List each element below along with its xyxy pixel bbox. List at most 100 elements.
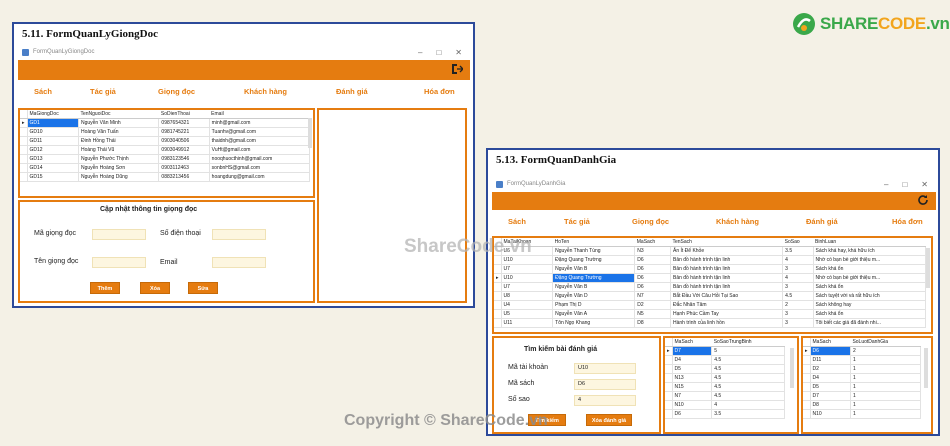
- row-header[interactable]: [665, 382, 673, 392]
- input-so-sao[interactable]: 4: [574, 395, 636, 406]
- input-ma-tai-khoan[interactable]: U10: [574, 363, 636, 374]
- col-masach-avg[interactable]: MaSach: [672, 338, 712, 347]
- table-cell[interactable]: Bắt Đầu Với Câu Hỏi Tại Sao: [670, 291, 784, 301]
- table-cell[interactable]: N10: [672, 400, 713, 410]
- row-header[interactable]: [803, 400, 811, 410]
- row-header[interactable]: ▸: [665, 346, 673, 356]
- table-cell[interactable]: Tuanhv@gmail.com: [209, 127, 311, 137]
- review-count-grid[interactable]: MaSach SoLuotDanhGia ▸ D6 2 D11 1 D2 1 D4 1 D5 1 D7…: [803, 338, 922, 419]
- row-header[interactable]: [803, 364, 811, 374]
- table-cell[interactable]: 4.5: [711, 355, 785, 365]
- col-tennguoidoc[interactable]: TenNguoiDoc: [78, 110, 159, 119]
- table-cell[interactable]: nooqhuocthinh@gmail.com: [209, 154, 311, 164]
- close-icon[interactable]: ✕: [455, 48, 462, 57]
- table-cell[interactable]: Sách khá ổn: [813, 264, 927, 274]
- row-header[interactable]: [803, 382, 811, 392]
- row-header[interactable]: ▸: [803, 346, 811, 356]
- table-cell[interactable]: Hoàng Văn Tuấn: [78, 127, 160, 137]
- danhgia-scrollbar[interactable]: [926, 248, 930, 288]
- table-cell[interactable]: U7: [501, 264, 554, 274]
- table-cell[interactable]: Đặng Quang Trường: [552, 273, 636, 283]
- table-cell[interactable]: 2: [850, 346, 922, 356]
- table-cell[interactable]: GD14: [27, 163, 79, 173]
- maximize-icon-right[interactable]: □: [902, 180, 907, 189]
- table-cell[interactable]: 1: [850, 355, 922, 365]
- row-header[interactable]: [20, 172, 28, 182]
- col-sodienthoai[interactable]: SoDienThoai: [158, 110, 210, 119]
- table-row[interactable]: GD13 Nguyễn Phước Thịnh 0983123546 nooqhuoc…: [20, 154, 311, 164]
- menu-tac-gia-r[interactable]: Tác giả: [564, 217, 590, 226]
- table-cell[interactable]: 4.5: [711, 382, 785, 392]
- table-cell[interactable]: 4.5: [711, 373, 785, 383]
- table-row[interactable]: D11 1: [803, 355, 922, 365]
- table-cell[interactable]: N7: [672, 391, 713, 401]
- table-cell[interactable]: Nhờ có bạn bè giới thiệu m...: [813, 273, 927, 283]
- table-row[interactable]: ▸ D6 2: [803, 346, 922, 356]
- row-header[interactable]: [803, 409, 811, 419]
- edit-button[interactable]: Sửa: [188, 282, 218, 294]
- close-icon-right[interactable]: ✕: [921, 180, 928, 189]
- table-cell[interactable]: Bản đồ hành trình tận linh: [670, 282, 784, 292]
- table-row[interactable]: U7 Nguyễn Văn B D6 Bản đồ hành trình tận li…: [494, 264, 927, 274]
- table-cell[interactable]: Nguyễn Văn D: [552, 291, 636, 301]
- table-cell[interactable]: Nguyễn Văn B: [552, 282, 636, 292]
- row-header[interactable]: [494, 300, 502, 310]
- table-cell[interactable]: 1: [850, 373, 922, 383]
- row-header[interactable]: [494, 318, 502, 328]
- table-row[interactable]: GD12 Hoàng Thái Vũ 0903049912 VuHt@gmail.co…: [20, 145, 311, 155]
- table-cell[interactable]: Hạnh Phúc Cầm Tay: [670, 309, 784, 319]
- row-header[interactable]: [665, 364, 673, 374]
- table-cell[interactable]: D2: [634, 300, 671, 310]
- table-cell[interactable]: D11: [810, 355, 851, 365]
- menu-sach[interactable]: Sách: [34, 87, 52, 96]
- table-cell[interactable]: 5: [711, 346, 785, 356]
- table-row[interactable]: D5 4.5: [665, 364, 785, 374]
- table-cell[interactable]: 4.5: [711, 391, 785, 401]
- table-cell[interactable]: Đặng Quang Trường: [552, 255, 636, 265]
- table-row[interactable]: GD10 Hoàng Văn Tuấn 0981745221 Tuanhv@gmail…: [20, 127, 311, 137]
- menu-khach-hang-r[interactable]: Khách hàng: [716, 217, 759, 226]
- table-row[interactable]: U5 Nguyễn Văn A N5 Hạnh Phúc Cầm Tay 3 Sách k…: [494, 309, 927, 319]
- table-row[interactable]: U6 Nguyễn Thanh Tùng N3 Ăn Ít Để Khỏe 3.5 Sác…: [494, 246, 927, 256]
- row-header[interactable]: [665, 409, 673, 419]
- table-cell[interactable]: U10: [501, 273, 554, 283]
- table-row[interactable]: ▸ U10 Đặng Quang Trường D6 Bản đồ hành trình…: [494, 273, 927, 283]
- row-header[interactable]: [20, 136, 28, 146]
- table-cell[interactable]: sonbnHS@gmail.com: [209, 163, 311, 173]
- row-header[interactable]: [665, 391, 673, 401]
- grid-scrollbar[interactable]: [308, 118, 312, 148]
- table-cell[interactable]: U5: [501, 309, 554, 319]
- table-cell[interactable]: 3: [782, 318, 814, 328]
- table-cell[interactable]: D4: [672, 355, 713, 365]
- table-cell[interactable]: 0981745221: [158, 127, 210, 137]
- table-cell[interactable]: hoangdung@gmail.com: [209, 172, 311, 182]
- table-cell[interactable]: D6: [634, 264, 671, 274]
- row-header[interactable]: [665, 355, 673, 365]
- table-cell[interactable]: Nguyễn Phước Thịnh: [78, 154, 160, 164]
- table-cell[interactable]: 4.5: [782, 291, 814, 301]
- col-soluotdanhgia[interactable]: SoLuotDanhGia: [850, 338, 921, 347]
- add-button[interactable]: Thêm: [90, 282, 120, 294]
- minimize-icon[interactable]: –: [418, 48, 422, 57]
- row-header[interactable]: [20, 154, 28, 164]
- table-cell[interactable]: Tôn Ngọ Khang: [552, 318, 636, 328]
- table-cell[interactable]: D6: [634, 282, 671, 292]
- input-so-dien-thoai[interactable]: [212, 229, 266, 240]
- table-row[interactable]: D8 1: [803, 400, 922, 410]
- table-cell[interactable]: GD11: [27, 136, 79, 146]
- menu-hoa-don[interactable]: Hóa đơn: [424, 87, 455, 96]
- table-cell[interactable]: Sách khá ổn: [813, 309, 927, 319]
- table-cell[interactable]: 1: [850, 382, 922, 392]
- minimize-icon-right[interactable]: –: [884, 180, 888, 189]
- delete-button[interactable]: Xóa: [140, 282, 170, 294]
- table-row[interactable]: N10 1: [803, 409, 922, 419]
- table-cell[interactable]: Nguyễn Văn A: [552, 309, 636, 319]
- table-cell[interactable]: GD13: [27, 154, 79, 164]
- table-cell[interactable]: Nguyễn Hoàng Dũng: [78, 172, 160, 182]
- table-cell[interactable]: 3: [782, 309, 814, 319]
- table-cell[interactable]: GD15: [27, 172, 79, 182]
- row-header[interactable]: [20, 163, 28, 173]
- table-cell[interactable]: D8: [634, 318, 671, 328]
- table-row[interactable]: D7 1: [803, 391, 922, 401]
- table-row[interactable]: U4 Phạm Thị D D2 Đắc Nhân Tâm 2 Sách không ha…: [494, 300, 927, 310]
